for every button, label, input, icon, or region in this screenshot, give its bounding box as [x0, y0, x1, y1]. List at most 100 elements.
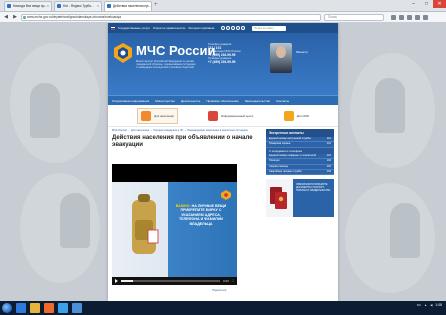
address-bar[interactable]: www.mchs.gov.ru/deyatelnost/grazhdanskay… — [21, 13, 321, 21]
background-rescuer-figure — [30, 83, 60, 138]
main-navigation: Оперативная информация Министерство Деят… — [108, 95, 338, 105]
system-tray: RU ▲ ◀ 1:08 — [417, 303, 442, 307]
extension-icon[interactable] — [415, 14, 420, 20]
sidebar-row-value: 101 — [326, 142, 331, 146]
social-icon[interactable] — [241, 26, 246, 30]
minimize-button[interactable]: – — [407, 0, 420, 8]
video-player[interactable]: Важно: на личные вещи прикрепите бирку с… — [112, 164, 237, 285]
quick-link-media[interactable]: Для СМИ — [283, 110, 309, 121]
quick-link-population[interactable]: Для населения — [137, 107, 178, 124]
site-search-input[interactable]: Поиск по сайту — [252, 25, 287, 31]
site-header: МЧС России Министерство Российской Федер… — [108, 33, 338, 95]
minister-photo[interactable] — [270, 43, 292, 73]
volume-icon[interactable]: ◀ — [430, 303, 432, 307]
language-indicator[interactable]: RU — [417, 303, 421, 307]
mchs-badge-icon — [221, 190, 231, 200]
favicon-icon — [7, 4, 11, 8]
minister-label[interactable]: Министр — [296, 50, 308, 54]
site-container: Государственные услуги Открытое правител… — [108, 23, 338, 301]
share-link[interactable]: Поделиться — [212, 289, 226, 292]
social-icon[interactable] — [226, 26, 231, 30]
quick-links: Для населения Информационный центр Для С… — [108, 105, 338, 127]
taskbar-browser-icon[interactable] — [58, 303, 68, 313]
sidebar-row-label: Полиция — [269, 159, 280, 163]
quick-link-label: Для населения — [154, 113, 174, 118]
tab-close-icon[interactable]: × — [147, 2, 149, 11]
breadcrumb[interactable]: МЧС России → Для населения → Порядок пов… — [112, 129, 262, 132]
sidebar-row-value: 101 — [326, 153, 331, 157]
window-controls: – □ ✕ — [407, 0, 446, 8]
media-icon — [283, 110, 294, 121]
tab-close-icon[interactable]: × — [47, 2, 49, 11]
taskbar-ie-icon[interactable] — [16, 303, 26, 313]
article-content: МЧС России → Для населения → Порядок пов… — [112, 129, 262, 292]
population-icon — [141, 110, 152, 121]
taskbar-folder-icon[interactable] — [30, 303, 40, 313]
contact-number[interactable]: +7 (499) 216-99-99 — [208, 60, 264, 65]
nav-item-legislation[interactable]: Законодательство — [245, 99, 270, 103]
quick-link-label: Информационный центр — [221, 113, 254, 118]
sidebar: Экстренные контакты Единый номер экстрен… — [266, 129, 334, 218]
tab-close-icon[interactable]: × — [97, 2, 99, 11]
page-viewport: Государственные услуги Открытое правител… — [0, 23, 446, 301]
passport-icon — [270, 187, 287, 210]
browser-search-input[interactable]: Поиск — [324, 13, 384, 21]
new-tab-button[interactable]: + — [154, 2, 162, 10]
bookmark-icon[interactable] — [391, 14, 396, 20]
taskbar-app-icon[interactable] — [72, 303, 82, 313]
video-frame[interactable]: Важно: на личные вещи прикрепите бирку с… — [112, 182, 237, 277]
sidebar-row-label: Единый номер пожарных и спасателей — [269, 153, 317, 157]
browser-tab-1[interactable]: Никогда Все вещи пр... × — [4, 1, 52, 11]
nav-item-operational-info[interactable]: Оперативная информация — [112, 99, 149, 103]
documents-promo-banner[interactable]: Обязательно возьмите документы: паспорт,… — [266, 179, 334, 218]
mchs-emblem-icon[interactable] — [114, 43, 132, 63]
nav-item-contacts[interactable]: Контакты — [276, 99, 289, 103]
video-controls: 0:00 ⛶ — [112, 277, 237, 285]
fullscreen-icon[interactable]: ⛶ — [232, 279, 234, 283]
social-icon[interactable] — [236, 26, 241, 30]
start-button[interactable] — [2, 303, 12, 313]
network-icon[interactable]: ▲ — [424, 303, 427, 307]
favicon-icon — [107, 4, 111, 8]
top-link-open-gov[interactable]: Открытое правительство — [153, 26, 186, 30]
clock[interactable]: 1:08 — [435, 303, 442, 307]
browser-tab-3-active[interactable]: Действия населения пр... × — [104, 1, 152, 11]
sidebar-row-label: Аварийная газовая служба — [269, 170, 302, 174]
download-icon[interactable] — [399, 14, 404, 20]
slogan-lead: Важно: — [175, 204, 191, 208]
taskbar-media-icon[interactable] — [44, 303, 54, 313]
back-arrow-icon[interactable]: ◀ — [3, 14, 9, 20]
browser-tab-2[interactable]: Hot - Яндекс.Турбо... × — [54, 1, 102, 11]
sidebar-row[interactable]: Аварийная газовая служба 104 — [266, 170, 334, 176]
toolbar-icons — [391, 14, 428, 20]
home-icon[interactable] — [407, 14, 412, 20]
menu-icon[interactable] — [423, 14, 428, 20]
top-link-reception[interactable]: Интернет-приёмная — [188, 26, 214, 30]
lock-icon — [23, 15, 26, 19]
close-window-button[interactable]: ✕ — [433, 0, 446, 8]
nav-item-ministry[interactable]: Министерство — [155, 99, 175, 103]
tab-label: Hot - Яндекс.Турбо... — [63, 4, 94, 8]
browser-navbar: ◀ ▶ www.mchs.gov.ru/deyatelnost/grazhdan… — [0, 12, 446, 23]
favicon-icon — [57, 4, 61, 8]
quick-link-info-center[interactable]: Информационный центр — [208, 110, 254, 121]
video-progress-fill — [121, 280, 133, 282]
video-progress-bar[interactable] — [121, 280, 221, 282]
top-link-gosuslugi[interactable]: Государственные услуги — [118, 26, 150, 30]
sidebar-row-value: 104 — [326, 170, 331, 174]
browser-tabbar: Никогда Все вещи пр... × Hot - Яндекс.Ту… — [0, 0, 446, 12]
info-center-icon — [208, 110, 219, 121]
site-title[interactable]: МЧС России — [136, 43, 216, 58]
social-icon[interactable] — [221, 26, 226, 30]
maximize-button[interactable]: □ — [420, 0, 433, 8]
forward-arrow-icon[interactable]: ▶ — [12, 14, 18, 20]
nav-item-activity[interactable]: Деятельность — [181, 99, 200, 103]
backpack-illustration-icon — [132, 194, 159, 254]
nav-item-legal[interactable]: Правовое обеспечение — [206, 99, 238, 103]
page-title: Действия населения при объявлении о нача… — [112, 135, 253, 149]
play-icon[interactable] — [115, 279, 118, 283]
video-time: 0:00 — [223, 279, 229, 283]
promo-text: Обязательно возьмите документы: паспорт,… — [296, 183, 331, 193]
site-top-strip: Государственные услуги Открытое правител… — [108, 23, 338, 33]
social-icon[interactable] — [231, 26, 236, 30]
